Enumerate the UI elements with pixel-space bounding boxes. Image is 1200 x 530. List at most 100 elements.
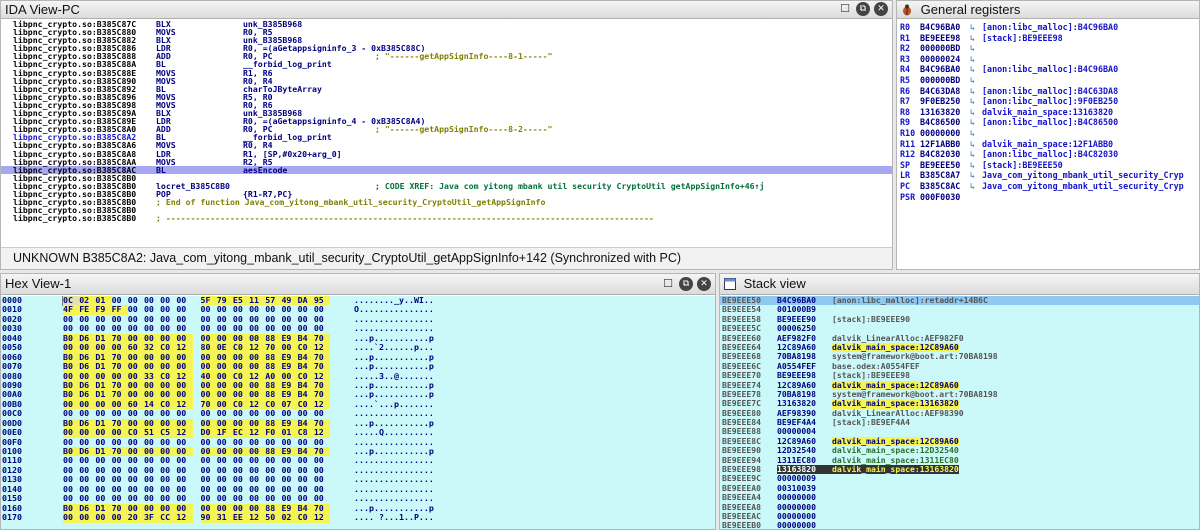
jump-arrow-icon[interactable]: ↳ bbox=[970, 22, 982, 33]
stack-listing[interactable]: BE9EEE50 B4C96BA0 [anon:libc_malloc]:retad… bbox=[720, 296, 1199, 529]
register-row[interactable]: R0 B4C96BA0 ↳ [anon:libc_malloc]:B4C96BA0 bbox=[897, 22, 1199, 33]
stack-description: dalvik_main_space:13163820 bbox=[832, 464, 959, 475]
register-value[interactable]: B385C8AC bbox=[920, 181, 970, 192]
stack-value[interactable]: 00000000 bbox=[777, 520, 832, 529]
hex-byte[interactable]: CC bbox=[160, 512, 177, 523]
register-row[interactable]: R9 B4C86500 ↳ [anon:libc_malloc]:B4C86500 bbox=[897, 117, 1199, 128]
jump-arrow-icon[interactable]: ↳ bbox=[970, 170, 982, 181]
hex-byte[interactable]: 00 bbox=[95, 512, 112, 523]
hex-dump[interactable]: 0000 0C 02 01 00 00 00 00 00 5F 79 E5 11 57 49 DA 95....… bbox=[1, 296, 715, 529]
stack-view-titlebar[interactable]: Stack view bbox=[720, 274, 1199, 295]
jump-arrow-icon[interactable]: ↳ bbox=[970, 160, 982, 171]
register-row[interactable]: R11 12F1ABB0 ↳ dalvik_main_space:12F1ABB0 bbox=[897, 139, 1199, 150]
register-value[interactable]: B4C82030 bbox=[920, 149, 970, 160]
disasm-line[interactable]: libpnc_crypto.so:B385C8B0 ; -------------… bbox=[1, 214, 892, 222]
jump-arrow-icon[interactable]: ↳ bbox=[970, 96, 982, 107]
line-operands: aesEncode bbox=[243, 164, 288, 175]
jump-arrow-icon[interactable]: ↳ bbox=[970, 64, 982, 75]
jump-arrow-icon[interactable]: ↳ bbox=[970, 54, 982, 65]
float-icon[interactable]: ⧉ bbox=[679, 277, 693, 291]
hex-byte[interactable]: 20 bbox=[127, 512, 144, 523]
register-value[interactable]: 13163820 bbox=[920, 107, 970, 118]
hex-byte[interactable]: 3F bbox=[143, 512, 161, 523]
jump-arrow-icon[interactable]: ↳ bbox=[970, 128, 982, 139]
register-row[interactable]: R2 000000BD ↳ bbox=[897, 43, 1199, 54]
hex-byte[interactable]: 00 bbox=[79, 512, 96, 523]
hex-byte[interactable]: 12 bbox=[176, 512, 193, 523]
hex-view-titlebar[interactable]: Hex View-1 ☐ ⧉ ✕ bbox=[1, 274, 715, 295]
register-list[interactable]: R0 B4C96BA0 ↳ [anon:libc_malloc]:B4C96BA0 R1… bbox=[897, 20, 1199, 269]
register-row[interactable]: R12 B4C82030 ↳ [anon:libc_malloc]:B4C82030 bbox=[897, 149, 1199, 160]
ida-view-title: IDA View-PC bbox=[5, 2, 80, 17]
register-row[interactable]: R6 B4C63DA8 ↳ [anon:libc_malloc]:B4C63DA8 bbox=[897, 86, 1199, 97]
register-row[interactable]: SP BE9EEE50 ↳ [stack]:BE9EEE50 bbox=[897, 160, 1199, 171]
ida-view-titlebar[interactable]: IDA View-PC ☐ ⧉ ✕ bbox=[1, 1, 892, 19]
register-value[interactable]: 00000024 bbox=[920, 54, 970, 65]
hex-gap bbox=[193, 513, 201, 522]
disassembly-listing[interactable]: libpnc_crypto.so:B385C87C BLX unk_B385B968… bbox=[1, 20, 892, 249]
registers-titlebar[interactable]: General registers bbox=[897, 1, 1199, 19]
register-value[interactable]: B4C63DA8 bbox=[920, 86, 970, 97]
hex-byte[interactable]: 00 bbox=[63, 512, 80, 523]
register-value[interactable]: 000000BD bbox=[920, 43, 970, 54]
hex-byte[interactable]: 50 bbox=[265, 512, 282, 523]
jump-arrow-icon[interactable]: ↳ bbox=[970, 117, 982, 128]
register-row[interactable]: LR B385C8A7 ↳ Java_com_yitong_mbank_util_se… bbox=[897, 170, 1199, 181]
register-row[interactable]: PC B385C8AC ↳ Java_com_yitong_mbank_util_se… bbox=[897, 181, 1199, 192]
jump-arrow-icon[interactable]: ↳ bbox=[970, 149, 982, 160]
register-value[interactable]: B4C96BA0 bbox=[920, 64, 970, 75]
register-value[interactable]: BE9EEE50 bbox=[920, 160, 970, 171]
jump-arrow-icon[interactable]: ↳ bbox=[970, 33, 982, 44]
jump-arrow-icon[interactable]: ↳ bbox=[970, 75, 982, 86]
stack-row[interactable]: BE9EEEB0 00000000 bbox=[720, 520, 1199, 529]
register-name: R8 bbox=[900, 106, 911, 117]
register-value[interactable]: 000F0030 bbox=[920, 192, 970, 203]
register-name: PSR bbox=[900, 191, 916, 202]
line-address: libpnc_crypto.so:B385C8B0 bbox=[13, 213, 137, 224]
register-row[interactable]: R1 BE9EEE98 ↳ [stack]:BE9EEE98 bbox=[897, 33, 1199, 44]
jump-arrow-icon[interactable] bbox=[970, 192, 982, 203]
hex-byte[interactable]: 12 bbox=[249, 512, 266, 523]
register-value[interactable]: BE9EEE98 bbox=[920, 33, 970, 44]
jump-arrow-icon[interactable]: ↳ bbox=[970, 139, 982, 150]
register-row[interactable]: R5 000000BD ↳ bbox=[897, 75, 1199, 86]
hex-gap bbox=[193, 466, 201, 475]
register-row[interactable]: PSR 000F0030 bbox=[897, 192, 1199, 203]
register-value[interactable]: 12F1ABB0 bbox=[920, 139, 970, 150]
hex-byte[interactable]: 90 bbox=[200, 512, 217, 523]
restore-icon[interactable]: ☐ bbox=[661, 277, 675, 291]
stack-description: [stack]:BE9EF4A4 bbox=[832, 417, 910, 428]
register-row[interactable]: R10 00000000 ↳ bbox=[897, 128, 1199, 139]
restore-icon[interactable]: ☐ bbox=[838, 2, 852, 16]
register-row[interactable]: R3 00000024 ↳ bbox=[897, 54, 1199, 65]
register-value[interactable]: 000000BD bbox=[920, 75, 970, 86]
register-name: R9 bbox=[900, 117, 911, 128]
register-name: R6 bbox=[900, 85, 911, 96]
hex-view-title: Hex View-1 bbox=[5, 276, 72, 291]
hex-byte[interactable]: 02 bbox=[281, 512, 298, 523]
jump-arrow-icon[interactable]: ↳ bbox=[970, 43, 982, 54]
jump-arrow-icon[interactable]: ↳ bbox=[970, 86, 982, 97]
register-value[interactable]: 9F0EB250 bbox=[920, 96, 970, 107]
hex-byte[interactable]: EE bbox=[232, 512, 250, 523]
register-value[interactable]: B385C8A7 bbox=[920, 170, 970, 181]
hex-gap bbox=[193, 315, 201, 324]
float-icon[interactable]: ⧉ bbox=[856, 2, 870, 16]
register-value[interactable]: B4C86500 bbox=[920, 117, 970, 128]
register-value[interactable]: B4C96BA0 bbox=[920, 22, 970, 33]
register-row[interactable]: R8 13163820 ↳ dalvik_main_space:13163820 bbox=[897, 107, 1199, 118]
hex-bytes[interactable]: 00 00 00 00 20 3F CC 12 90 31 EE 12 50 02 C0 12 bbox=[63, 512, 330, 523]
hex-byte[interactable]: 31 bbox=[216, 512, 233, 523]
hex-byte[interactable]: C0 bbox=[297, 512, 314, 523]
register-value[interactable]: 00000000 bbox=[920, 128, 970, 139]
hex-byte[interactable]: 00 bbox=[111, 512, 128, 523]
register-row[interactable]: R4 B4C96BA0 ↳ [anon:libc_malloc]:B4C96BA0 bbox=[897, 64, 1199, 75]
jump-arrow-icon[interactable]: ↳ bbox=[970, 107, 982, 118]
hex-byte[interactable]: 12 bbox=[313, 512, 330, 523]
hex-row[interactable]: 0170 00 00 00 00 20 3F CC 12 90 31 EE 12 50 02 C0 12....… bbox=[1, 512, 715, 523]
register-row[interactable]: R7 9F0EB250 ↳ [anon:libc_malloc]:9F0EB250 bbox=[897, 96, 1199, 107]
hex-ascii: .... ?...1..P... bbox=[354, 512, 434, 523]
close-icon[interactable]: ✕ bbox=[874, 2, 888, 16]
close-icon[interactable]: ✕ bbox=[697, 277, 711, 291]
jump-arrow-icon[interactable]: ↳ bbox=[970, 181, 982, 192]
